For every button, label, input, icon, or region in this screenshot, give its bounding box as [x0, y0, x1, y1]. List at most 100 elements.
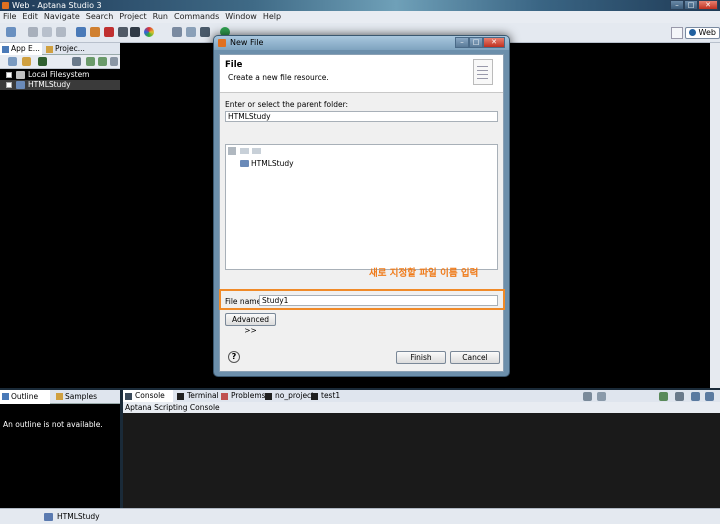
- tab-problems[interactable]: Problems: [219, 390, 266, 402]
- menu-commands[interactable]: Commands: [171, 11, 222, 23]
- tree-item-label: Local Filesystem: [28, 70, 90, 79]
- view-menu-icon[interactable]: [110, 57, 118, 66]
- new-file-wizard-icon: [473, 59, 493, 85]
- deploy-icon[interactable]: [104, 27, 114, 37]
- project-icon: [44, 513, 53, 521]
- tab-project-explorer[interactable]: Projec...: [44, 43, 96, 55]
- menu-window[interactable]: Window: [222, 11, 260, 23]
- new-icon[interactable]: [6, 27, 16, 37]
- menu-bar: File Edit Navigate Search Project Run Commands…: [0, 11, 720, 23]
- sync-icon[interactable]: [22, 57, 31, 66]
- print-icon[interactable]: [56, 27, 66, 37]
- tab-test1[interactable]: test1: [309, 390, 341, 402]
- tree-node-htmlstudy[interactable]: HTMLStudy: [240, 159, 294, 168]
- terminal-icon[interactable]: [118, 27, 128, 37]
- tab-samples[interactable]: Samples: [54, 390, 106, 404]
- pin-console-icon[interactable]: [659, 392, 668, 401]
- color-icon[interactable]: [144, 27, 154, 37]
- parent-folder-input[interactable]: HTMLStudy: [225, 111, 498, 122]
- file-name-label: File name:: [225, 297, 264, 306]
- search-icon[interactable]: [172, 27, 182, 37]
- web-perspective-button[interactable]: Web: [684, 26, 720, 39]
- menu-run[interactable]: Run: [150, 11, 171, 23]
- aptana-app-icon: [218, 39, 226, 47]
- problems-icon: [221, 393, 228, 400]
- back-icon[interactable]: [240, 148, 249, 154]
- nav-icon[interactable]: [186, 27, 196, 37]
- outline-icon: [2, 393, 9, 400]
- window-title: Web - Aptana Studio 3: [12, 1, 102, 10]
- down-arrow-icon[interactable]: [98, 57, 107, 66]
- dialog-maximize-button[interactable]: □: [469, 37, 483, 48]
- parent-folder-label: Enter or select the parent folder:: [225, 100, 349, 109]
- link-icon[interactable]: [72, 57, 81, 66]
- menu-search[interactable]: Search: [83, 11, 116, 23]
- tab-app-explorer[interactable]: App E...: [0, 43, 42, 55]
- samples-icon: [56, 393, 63, 400]
- tree-item-htmlstudy[interactable]: HTMLStudy: [0, 80, 120, 90]
- tab-console[interactable]: Console: [123, 390, 173, 402]
- drive-icon: [16, 71, 25, 79]
- new-file-dialog: New File – □ ✕ File Create a new file re…: [213, 35, 510, 377]
- cancel-button[interactable]: Cancel: [450, 351, 500, 364]
- tree-nav-toolbar: [228, 147, 268, 156]
- console-panel: Console Terminal Problems no_project tes…: [123, 390, 720, 508]
- save-icon[interactable]: [28, 27, 38, 37]
- status-bar: HTMLStudy: [0, 508, 720, 524]
- console-header: Aptana Scripting Console: [123, 402, 720, 413]
- clear-console-icon[interactable]: [583, 392, 592, 401]
- dialog-titlebar: New File – □ ✕: [214, 36, 509, 50]
- tab-outline[interactable]: Outline: [0, 390, 50, 404]
- save-all-icon[interactable]: [42, 27, 52, 37]
- tab-terminal[interactable]: Terminal: [175, 390, 219, 402]
- outline-message: An outline is not available.: [3, 420, 103, 429]
- dialog-header: File Create a new file resource.: [220, 55, 503, 93]
- menu-help[interactable]: Help: [260, 11, 284, 23]
- expand-icon[interactable]: [6, 82, 12, 88]
- tab-terminal-label: Terminal: [187, 391, 219, 400]
- tab-console-label: Console: [135, 391, 165, 400]
- tab-no-project[interactable]: no_project: [263, 390, 314, 402]
- dialog-title: New File: [230, 38, 264, 47]
- collapse-icon[interactable]: [8, 57, 17, 66]
- minimize-view-icon[interactable]: [691, 392, 700, 401]
- open-perspective-icon[interactable]: [670, 26, 683, 39]
- debug-icon[interactable]: [200, 27, 210, 37]
- panel-toolbar: [0, 55, 120, 69]
- menu-file[interactable]: File: [0, 11, 19, 23]
- finish-button[interactable]: Finish: [396, 351, 446, 364]
- display-console-icon[interactable]: [675, 392, 684, 401]
- minimize-button[interactable]: –: [670, 0, 684, 10]
- menu-edit[interactable]: Edit: [19, 11, 41, 23]
- tab-test1-label: test1: [321, 391, 341, 400]
- help-icon[interactable]: ?: [228, 351, 240, 363]
- dialog-content: File Create a new file resource. Enter o…: [219, 54, 505, 372]
- browser-icon[interactable]: [90, 27, 100, 37]
- home-icon[interactable]: [228, 147, 236, 155]
- file-name-input[interactable]: Study1: [259, 295, 498, 306]
- dialog-close-button[interactable]: ✕: [483, 37, 505, 48]
- tab-app-explorer-label: App E...: [11, 44, 40, 53]
- maximize-view-icon[interactable]: [705, 392, 714, 401]
- tree-item-local-filesystem[interactable]: Local Filesystem: [0, 70, 120, 80]
- dialog-minimize-button[interactable]: –: [455, 37, 469, 48]
- settings-icon[interactable]: [38, 57, 47, 66]
- project-folder-icon: [16, 81, 25, 89]
- scroll-lock-icon[interactable]: [597, 392, 606, 401]
- folder-tree: HTMLStudy: [225, 144, 498, 270]
- menu-project[interactable]: Project: [116, 11, 149, 23]
- aptana-app-icon: [2, 2, 9, 9]
- window-titlebar: Web - Aptana Studio 3 – □ ✕: [0, 0, 720, 11]
- menu-navigate[interactable]: Navigate: [41, 11, 83, 23]
- expand-icon[interactable]: [6, 72, 12, 78]
- tree-item-label: HTMLStudy: [28, 80, 71, 89]
- maximize-button[interactable]: □: [684, 0, 698, 10]
- terminal-icon: [177, 393, 184, 400]
- layout-icon[interactable]: [76, 27, 86, 37]
- console-icon[interactable]: [130, 27, 140, 37]
- globe-icon: [688, 29, 696, 36]
- up-arrow-icon[interactable]: [86, 57, 95, 66]
- close-button[interactable]: ✕: [698, 0, 718, 10]
- advanced-button[interactable]: Advanced >>: [225, 313, 276, 335]
- forward-icon[interactable]: [252, 148, 261, 154]
